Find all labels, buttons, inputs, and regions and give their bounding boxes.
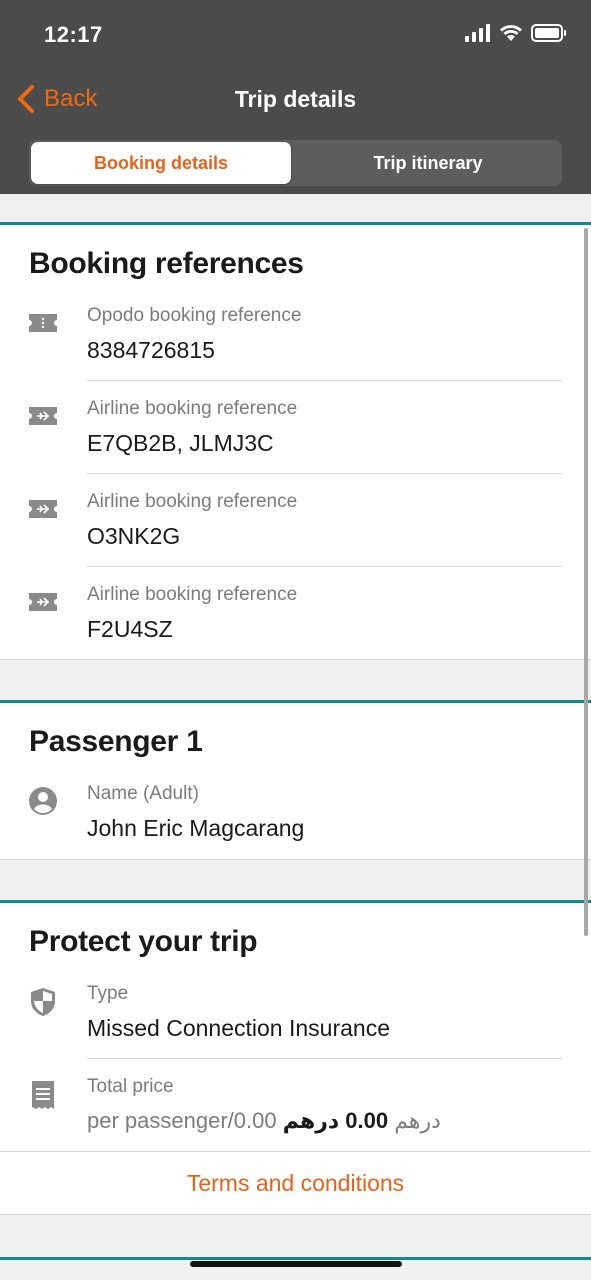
row-label: Name (Adult) [87,783,199,804]
protect-trip-card: Protect your trip Type Missed Connection… [0,900,591,1153]
row-value: 8384726815 [87,337,215,363]
status-time: 12:17 [44,22,103,47]
tab-bar: Booking details Trip itinerary [29,140,562,186]
section-divider [0,1257,591,1260]
price-per-passenger: per passenger/0.00 درهم [87,1108,441,1133]
row-value: O3NK2G [87,523,181,549]
battery-icon [531,24,566,42]
airline-ticket-icon [28,401,58,431]
row-value: E7QB2B, JLMJ3C [87,430,274,456]
divider [87,566,562,567]
terms-and-conditions-link[interactable]: Terms and conditions [0,1151,591,1215]
row-label: Airline booking reference [87,491,298,512]
status-icons [465,24,567,42]
airline-ticket-icon [28,587,58,617]
price-line: per passenger/0.00 درهم 0.00 درهم [87,1108,441,1134]
row-value: F2U4SZ [87,616,173,642]
receipt-icon [28,1080,58,1110]
row-label: Airline booking reference [87,398,298,419]
row-label: Opodo booking reference [87,305,302,326]
booking-references-title: Booking references [29,247,304,280]
protect-trip-title: Protect your trip [29,925,258,958]
page-title: Trip details [234,86,357,112]
tab-trip-itinerary[interactable]: Trip itinerary [297,142,559,184]
passenger-name: John Eric Magcarang [87,815,305,841]
booking-references-card: Booking references Opodo booking referen… [0,222,591,660]
signal-icon [465,24,490,42]
scrollbar[interactable] [584,228,588,936]
airline-ticket-icon [28,494,58,524]
passenger-card: Passenger 1 Name (Adult) John Eric Magca… [0,700,591,860]
insurance-type: Missed Connection Insurance [87,1015,390,1041]
row-label: Total price [87,1076,174,1097]
person-icon [28,786,58,816]
divider [87,380,562,381]
ticket-icon [28,308,58,338]
row-label: Airline booking reference [87,584,298,605]
home-indicator [190,1261,402,1267]
divider [87,473,562,474]
row-label: Type [87,983,129,1004]
shield-icon [28,987,58,1017]
passenger-title: Passenger 1 [29,725,203,758]
tab-booking-details[interactable]: Booking details [31,142,291,184]
price-total: 0.00 درهم [282,1108,389,1133]
app-header: 12:17 Back Trip details Booking details … [0,0,591,194]
divider [87,1058,562,1059]
wifi-icon [500,25,522,41]
